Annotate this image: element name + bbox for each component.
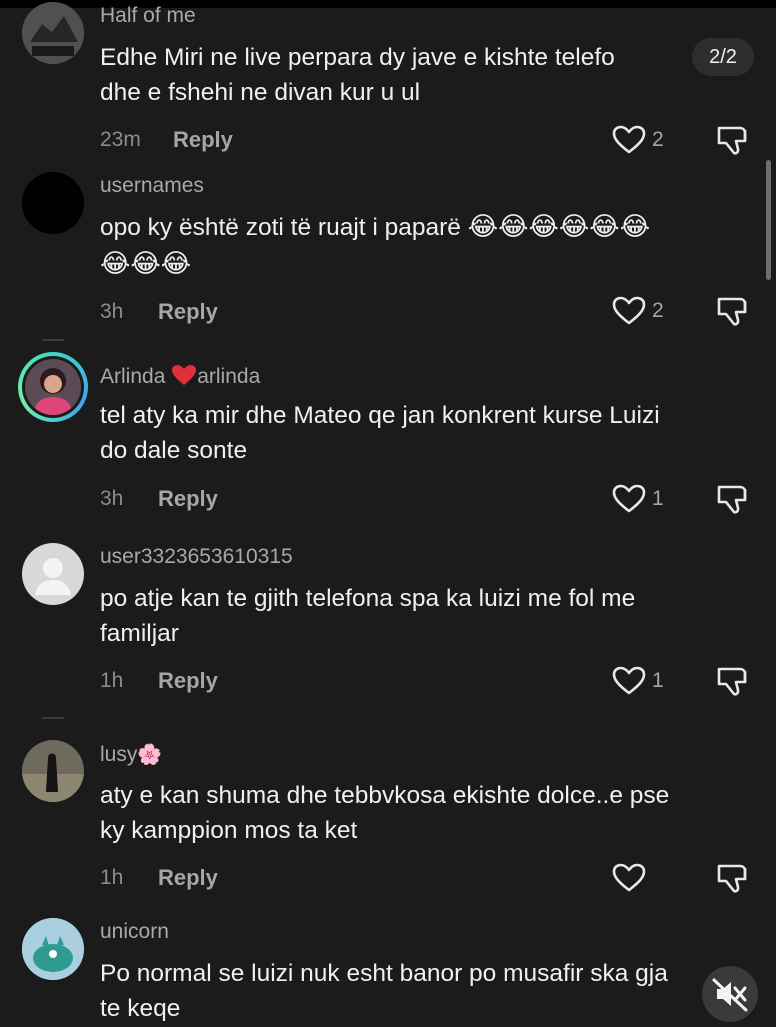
flower-emoji-icon: 🌸 (137, 744, 163, 766)
reply-button[interactable]: Reply (158, 668, 218, 694)
laughing-emoji-icon: 😂 (467, 211, 499, 241)
divider (42, 717, 64, 719)
heart-icon[interactable] (612, 125, 646, 155)
comment-username[interactable]: usernames (100, 174, 204, 198)
heart-icon[interactable] (612, 484, 646, 514)
default-avatar-icon (35, 558, 71, 595)
comment-text-line: opo ky është zoti të ruajt i paparë (100, 214, 461, 241)
comment-username[interactable]: user3323653610315 (100, 545, 293, 569)
laughing-emoji-icon: 😂 (498, 211, 529, 241)
unicorn-avatar-icon (22, 918, 84, 980)
dislike-icon[interactable] (716, 124, 752, 156)
comment-text-line: Edhe Miri ne live perpara dy jave e kish… (100, 44, 615, 71)
page-indicator: 2/2 (692, 38, 754, 76)
comment-time: 3h (100, 300, 124, 323)
avatar[interactable] (22, 918, 84, 980)
comment-username[interactable]: Half of me (100, 4, 196, 28)
red-heart-icon (172, 365, 197, 385)
comment-text-line: do dale sonte (100, 437, 248, 464)
speaker-muted-icon (712, 978, 748, 1012)
comment-text: tel aty ka mir dhe Mateo qe jan konkrent… (100, 398, 750, 468)
comment-text-line: dhe e fshehi ne divan kur u ul (100, 79, 421, 106)
like-count: 2 (652, 128, 664, 151)
avatar-photo-icon (22, 740, 84, 802)
heart-icon[interactable] (612, 863, 646, 893)
comment-time: 1h (100, 669, 124, 692)
comment-text-line: tel aty ka mir dhe Mateo qe jan konkrent… (100, 402, 660, 429)
dislike-icon[interactable] (716, 665, 752, 697)
avatar[interactable] (22, 172, 84, 234)
comment-text-line: aty e kan shuma dhe tebbvkosa ekishte do… (100, 782, 670, 809)
dislike-icon[interactable] (716, 483, 752, 515)
comment-text: Po normal se luizi nuk esht banor po mus… (100, 956, 750, 1026)
avatar[interactable] (18, 352, 88, 422)
comment-time: 23m (100, 128, 141, 151)
scrollbar[interactable] (766, 160, 771, 280)
like-count: 1 (652, 669, 664, 692)
laughing-emoji-icon: 😂 (619, 211, 651, 241)
laughing-emoji-icon: 😂 (558, 211, 590, 241)
dislike-icon[interactable] (716, 295, 752, 327)
laughing-emoji-icon: 😂 (160, 248, 192, 278)
avatar[interactable] (22, 2, 84, 64)
comment-text-line: te keqe (100, 995, 181, 1022)
comment-username[interactable]: unicorn (100, 920, 169, 944)
like-count: 2 (652, 299, 664, 322)
dislike-icon[interactable] (716, 862, 752, 894)
avatar[interactable] (22, 543, 84, 605)
comment-text: opo ky është zoti të ruajt i paparë 😂😂😂😂… (100, 210, 750, 282)
reply-button[interactable]: Reply (158, 865, 218, 891)
laughing-emoji-icon: 😂 (528, 211, 559, 241)
comment-text-line: Po normal se luizi nuk esht banor po mus… (100, 960, 668, 987)
comment-text: aty e kan shuma dhe tebbvkosa ekishte do… (100, 778, 750, 848)
comment-username[interactable]: lusy🌸 (100, 742, 162, 767)
mute-button[interactable] (702, 966, 758, 1022)
reply-button[interactable]: Reply (158, 299, 218, 325)
divider (42, 339, 64, 341)
comment-time: 3h (100, 487, 124, 510)
avatar[interactable] (22, 740, 84, 802)
reply-button[interactable]: Reply (158, 486, 218, 512)
laughing-emoji-icon: 😂 (130, 248, 161, 278)
comment-username[interactable]: Arlinda arlinda (100, 364, 260, 389)
avatar-photo-icon (25, 359, 81, 415)
comment-text: po atje kan te gjith telefona spa ka lui… (100, 581, 750, 651)
comment-text-line: ky kamppion mos ta ket (100, 817, 358, 844)
like-count: 1 (652, 487, 664, 510)
laughing-emoji-icon: 😂 (100, 248, 131, 278)
comment-text-line: familjar (100, 620, 179, 647)
reply-button[interactable]: Reply (173, 127, 233, 153)
heart-icon[interactable] (612, 666, 646, 696)
comment-text-line: po atje kan te gjith telefona spa ka lui… (100, 585, 636, 612)
avatar-photo-icon (22, 2, 84, 64)
comment-time: 1h (100, 866, 124, 889)
heart-icon[interactable] (612, 296, 646, 326)
comment-text: Edhe Miri ne live perpara dy jave e kish… (100, 40, 750, 110)
laughing-emoji-icon: 😂 (589, 211, 620, 241)
emoji-group: 😂😂😂😂😂😂 (467, 211, 651, 241)
